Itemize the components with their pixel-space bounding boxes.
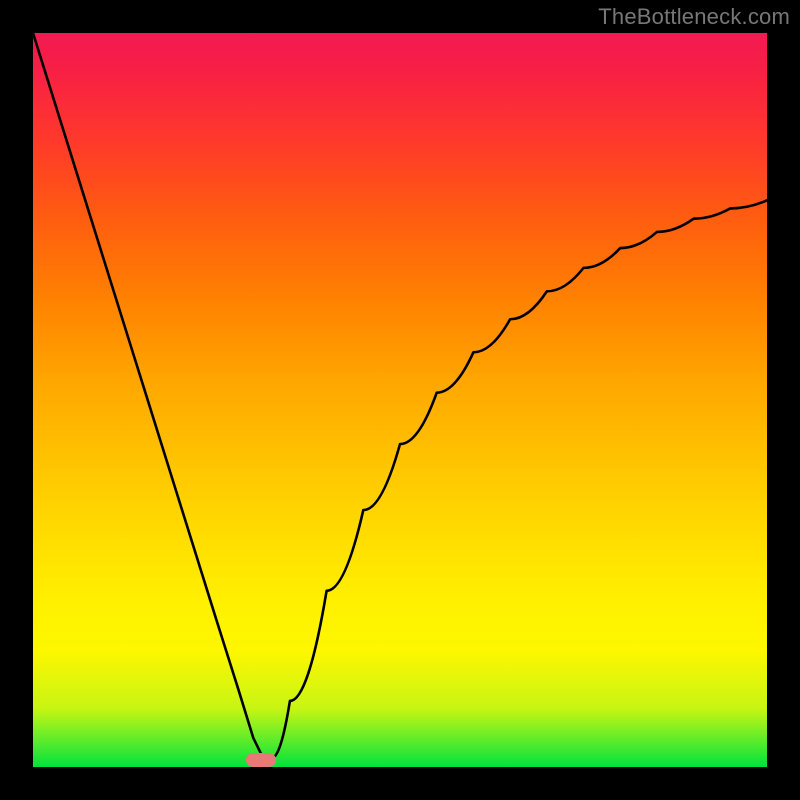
valley-marker	[246, 753, 276, 767]
bottleneck-curve	[33, 33, 767, 767]
plot-area	[33, 33, 767, 767]
watermark-text: TheBottleneck.com	[598, 4, 790, 30]
chart-frame: TheBottleneck.com	[0, 0, 800, 800]
